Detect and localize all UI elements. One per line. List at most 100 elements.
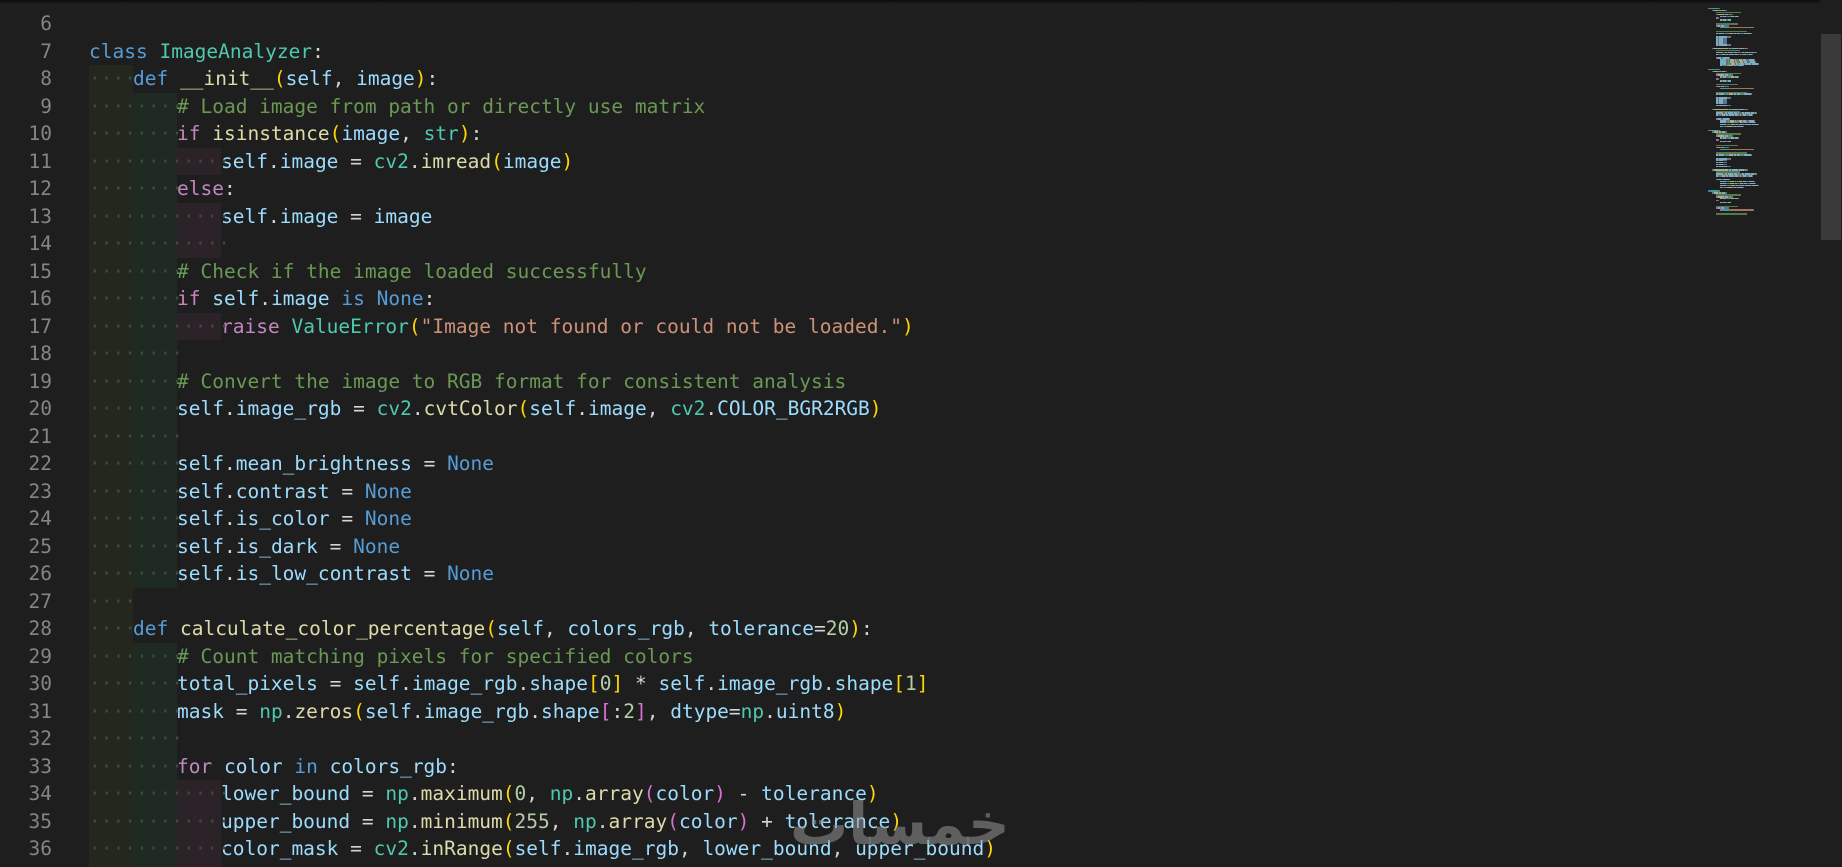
whitespace-dots: ············ [89,314,230,338]
line-number: 14 [28,232,52,255]
code-token: , [400,122,424,145]
code-line[interactable]: 15 ········ # Check if the image loaded su… [0,257,1700,285]
code-line[interactable]: 11 ············ self.image = cv2.imread(im… [0,147,1700,175]
code-line[interactable]: 31 ········ mask = np.zeros(self.image_rgb… [0,697,1700,725]
code-line[interactable]: 8 ···· def __init__(self, image): [0,65,1700,93]
minimap[interactable] [1706,0,1824,220]
code-token: mask [177,699,224,723]
whitespace-dots: ········ [89,562,183,585]
code-token: image [270,287,330,310]
code-line[interactable]: 19 ········ # Convert the image to RGB for… [0,367,1700,395]
code-token: [ [599,699,612,723]
code-token: : [312,39,324,63]
code-token: [ [587,672,600,695]
code-token: = [338,204,374,228]
code-token: ( [517,397,530,420]
code-token: # Load image from path or directly use m… [177,94,706,118]
code-token: self [353,672,401,695]
code-line[interactable]: 13 ············ self.image = image [0,202,1700,230]
code-line[interactable]: 12 ········ else: [0,175,1700,203]
whitespace-dots: ···· [89,617,136,640]
whitespace-dots: ········ [89,122,183,145]
code-token: is_dark [235,534,318,558]
minimap-line [1718,139,1719,141]
code-lines[interactable]: 6 7 class ImageAnalyzer: 8 ···· def __init__(… [0,10,1700,867]
code-token: mean_brightness [235,452,412,475]
line-number: 36 [28,837,52,860]
code-line[interactable]: 32 ········ [0,725,1700,753]
code-token: ( [273,67,286,90]
line-number: 21 [28,424,52,448]
minimap-line [1729,44,1731,46]
code-line[interactable]: 25 ········ self.is_dark = None [0,532,1700,560]
code-text: ········ self.is_low_contrast = None [89,560,494,588]
code-token: def [133,617,180,640]
line-number: 26 [28,562,52,585]
minimap-line [1729,97,1731,99]
code-token: = [317,534,354,558]
line-number: 29 [28,644,52,668]
minimap-line [1738,197,1739,200]
code-token: tolerance [708,617,814,640]
code-token: isinstance [212,122,330,145]
whitespace-dots: ········ [89,644,183,668]
minimap-line [1752,53,1753,55]
code-line[interactable]: 17 ············ raise ValueError("Image no… [0,312,1700,340]
code-line[interactable]: 20 ········ self.image_rgb = cv2.cvtColor(… [0,395,1700,423]
whitespace-dots: ············ [89,782,230,805]
code-line[interactable]: 6 [0,10,1700,38]
code-line[interactable]: 7 class ImageAnalyzer: [0,38,1700,66]
code-token: self [364,699,412,723]
minimap-line [1756,173,1757,175]
code-token: ) [901,314,914,338]
code-token: . [223,562,236,585]
code-line[interactable]: 26 ········ self.is_low_contrast = None [0,560,1700,588]
code-line[interactable]: 21 ········ [0,422,1700,450]
code-token: ] [916,672,929,695]
code-token: ) [714,782,726,805]
code-token: np [549,782,574,805]
code-line[interactable]: 23 ········ self.contrast = None [0,477,1700,505]
code-token: = [329,507,365,530]
code-token: "Image not found or could not be loaded.… [420,314,902,338]
scrollbar-thumb[interactable] [1821,34,1841,240]
code-line[interactable]: 14 ············ [0,230,1700,258]
code-line[interactable]: 10 ········ if isinstance(image, str): [0,120,1700,148]
minimap-line [1730,148,1753,150]
code-line[interactable]: 33 ········ for color in colors_rgb: [0,752,1700,780]
code-token: ) [561,149,574,173]
minimap-line [1752,175,1753,177]
code-token: colors_rgb [567,617,685,640]
line-number: 23 [28,479,52,503]
code-token: 0 [599,672,612,695]
code-token: __init__ [179,67,274,90]
code-line[interactable]: 30 ········ total_pixels = self.image_rgb.… [0,670,1700,698]
code-line[interactable]: 28 ···· def calculate_color_percentage(sel… [0,615,1700,643]
code-token: self [177,507,224,530]
code-editor[interactable]: 6 7 class ImageAnalyzer: 8 ···· def __init__(… [0,0,1842,867]
code-line[interactable]: 22 ········ self.mean_brightness = None [0,450,1700,478]
code-token: None [364,479,412,503]
line-number: 37 [0,863,52,867]
code-line[interactable]: 37 ············mask = cv2.bitwise_or(mask… [0,862,1700,867]
code-line[interactable]: 27 ···· [0,587,1700,615]
code-token: , [646,699,671,723]
line-number: 32 [28,727,52,750]
code-token: . [705,397,718,420]
line-number: 22 [28,452,52,475]
code-token: = [338,149,374,173]
code-line[interactable]: 29 ········ # Count matching pixels for sp… [0,642,1700,670]
code-line[interactable]: 18 ········ [0,340,1700,368]
code-line[interactable]: 24 ········ self.is_color = None [0,505,1700,533]
minimap-line [1758,184,1759,187]
line-number: 16 [28,287,52,310]
code-token: . [267,149,280,173]
whitespace-dots: ········ [89,424,183,448]
code-token: color [223,754,283,778]
code-token: . [705,672,718,695]
code-line[interactable]: 16 ········ if self.image is None: [0,285,1700,313]
code-token: . [411,397,424,420]
code-token: None [364,507,412,530]
code-token: None [353,534,401,558]
code-line[interactable]: 9 ········ # Load image from path or direc… [0,92,1700,120]
